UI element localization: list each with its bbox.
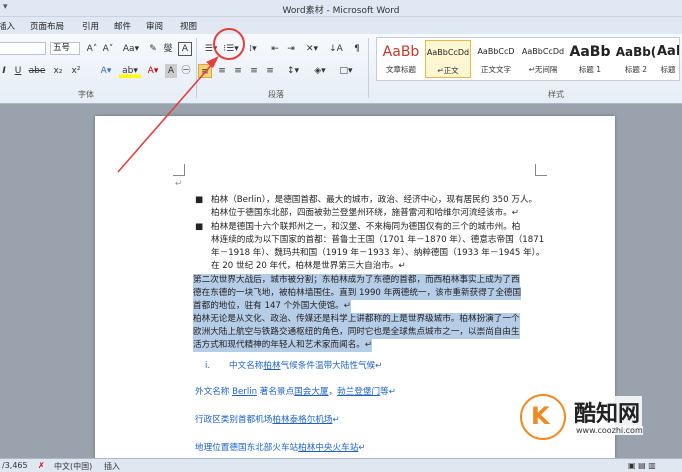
watermark-logo-icon: K (520, 394, 566, 440)
status-bar: /3,465 ✗ 中文(中国) 插入 ▣ ▤ ▥ (0, 458, 682, 472)
proofing-icon[interactable]: ✗ (38, 461, 45, 470)
word-count[interactable]: /3,465 (2, 461, 28, 470)
language-indicator[interactable]: 中文(中国) (54, 461, 92, 472)
insert-mode-indicator[interactable]: 插入 (104, 461, 120, 472)
watermark-url: www.coozhi.com (576, 426, 643, 435)
view-buttons-icon[interactable]: ▣ ▤ ▥ (628, 461, 656, 470)
watermark: K 酷知网 www.coozhi.com (520, 392, 680, 454)
watermark-name: 酷知网 (572, 396, 643, 428)
